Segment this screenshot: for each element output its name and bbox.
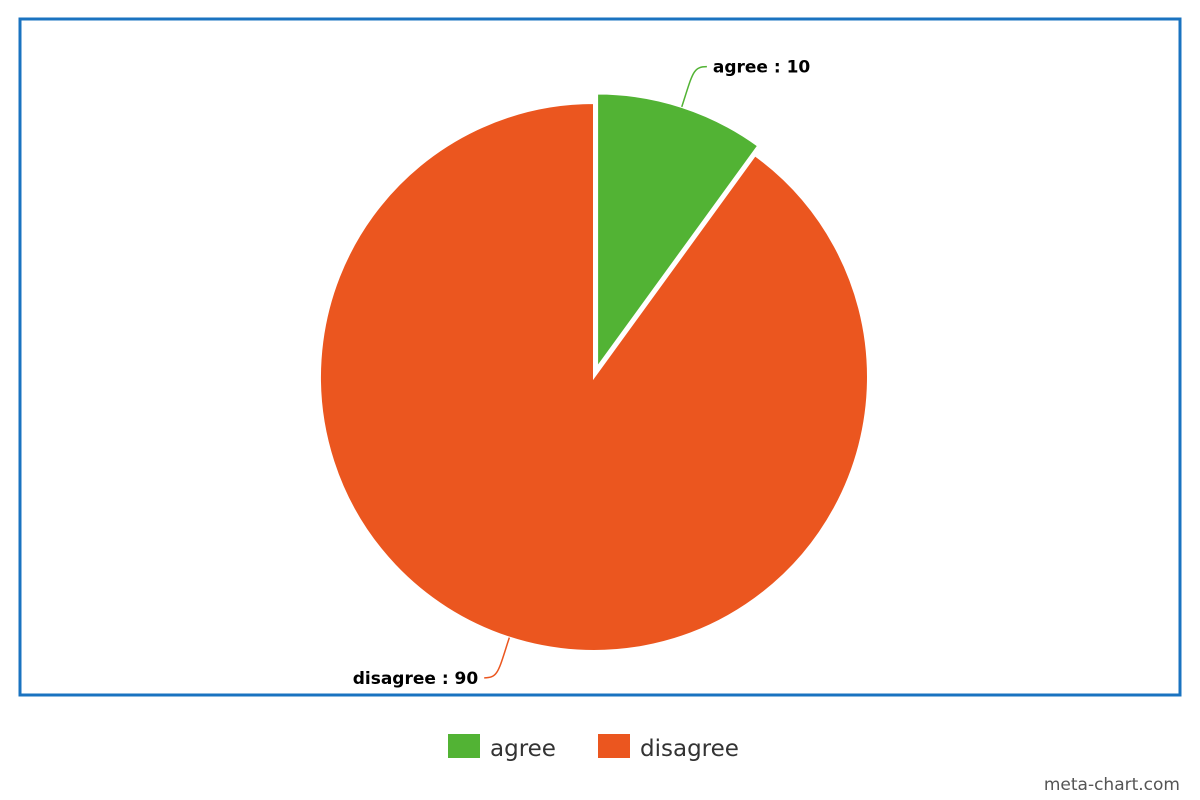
legend-swatch-disagree — [598, 734, 630, 758]
pie-chart: agree : 10 disagree : 90 agree disagree me… — [18, 17, 1182, 795]
data-label-disagree: disagree : 90 — [353, 669, 479, 689]
legend-item-disagree[interactable]: disagree — [598, 734, 739, 762]
legend-swatch-agree — [448, 734, 480, 758]
legend: agree disagree — [448, 734, 739, 762]
data-label-agree: agree : 10 — [713, 58, 811, 78]
chart-stage: agree : 10 disagree : 90 agree disagree me… — [0, 0, 1200, 800]
legend-label-agree: agree — [490, 736, 556, 762]
pie-slice-disagree[interactable] — [319, 101, 869, 652]
legend-item-agree[interactable]: agree — [448, 734, 556, 762]
legend-label-disagree: disagree — [640, 736, 739, 762]
credit-text: meta-chart.com — [1044, 775, 1180, 795]
